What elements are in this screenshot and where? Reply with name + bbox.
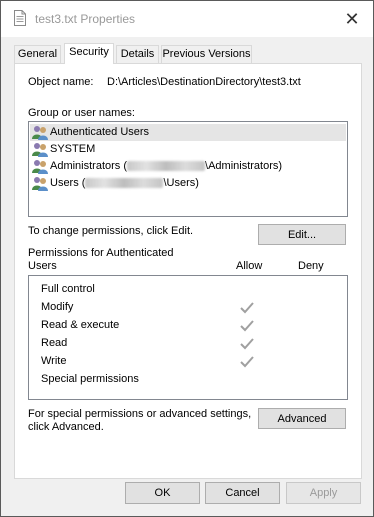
user-name: Users ( \Users) [50, 175, 199, 192]
permissions-list: Full control Modify Read & execute Read … [28, 275, 348, 400]
permission-row-modify: Modify [41, 301, 74, 313]
redacted-domain [85, 178, 164, 189]
user-item-administrators[interactable]: Administrators ( \Administrators) [30, 158, 346, 175]
user-name: Authenticated Users [50, 126, 150, 138]
tab-general[interactable]: General [14, 45, 61, 63]
permissions-header-subject: Users [28, 260, 57, 272]
apply-button[interactable]: Apply [286, 482, 361, 504]
user-name: Administrators ( \Administrators) [50, 158, 282, 175]
window-title: test3.txt Properties [35, 12, 136, 26]
object-name-value: D:\Articles\DestinationDirectory\test3.t… [107, 76, 301, 88]
permission-row-read-execute: Read & execute [41, 319, 120, 331]
ok-button[interactable]: OK [125, 482, 200, 504]
edit-button[interactable]: Edit... [258, 224, 346, 245]
user-item-authenticated-users[interactable]: Authenticated Users [30, 124, 346, 141]
checkmark-icon [240, 302, 254, 314]
group-label: Group or user names: [28, 107, 135, 119]
tab-previous-versions[interactable]: Previous Versions [161, 45, 252, 63]
advanced-settings-text-line2: click Advanced. [28, 421, 104, 433]
permission-row-special: Special permissions [41, 373, 139, 385]
close-icon[interactable]: ✕ [341, 9, 363, 29]
checkmark-icon [240, 320, 254, 332]
permissions-header: Permissions for Authenticated [28, 247, 174, 259]
advanced-settings-text: For special permissions or advanced sett… [28, 408, 252, 420]
permission-row-write: Write [41, 355, 67, 367]
tab-security[interactable]: Security [64, 43, 114, 64]
change-permissions-text: To change permissions, click Edit. [28, 225, 194, 237]
redacted-domain [127, 161, 206, 172]
user-name-suffix: \Users) [163, 177, 199, 189]
properties-window: test3.txt Properties ✕ General Security … [0, 0, 374, 517]
checkmark-icon [240, 338, 254, 350]
document-icon [14, 10, 26, 26]
permission-row-full-control: Full control [41, 283, 95, 295]
allow-column-header: Allow [236, 260, 263, 272]
checkmark-icon [240, 356, 254, 368]
user-name: SYSTEM [50, 143, 96, 155]
user-name-suffix: \Administrators) [205, 160, 283, 172]
object-name-label: Object name: [28, 76, 94, 88]
user-name-prefix: Users ( [50, 177, 86, 189]
user-list[interactable]: Authenticated Users SYSTEM Administrator… [28, 121, 348, 217]
title-bar: test3.txt Properties ✕ [1, 1, 373, 37]
user-item-users[interactable]: Users ( \Users) [30, 175, 346, 192]
users-icon [32, 177, 48, 191]
permission-row-read: Read [41, 337, 68, 349]
cancel-button[interactable]: Cancel [205, 482, 280, 504]
deny-column-header: Deny [298, 260, 324, 272]
users-icon [32, 160, 48, 174]
advanced-button[interactable]: Advanced [258, 408, 346, 429]
user-item-system[interactable]: SYSTEM [30, 141, 346, 158]
users-icon [32, 126, 48, 140]
tab-details[interactable]: Details [116, 45, 159, 63]
users-icon [32, 143, 48, 157]
user-name-prefix: Administrators ( [50, 160, 128, 172]
security-panel: Object name: D:\Articles\DestinationDire… [14, 63, 362, 479]
